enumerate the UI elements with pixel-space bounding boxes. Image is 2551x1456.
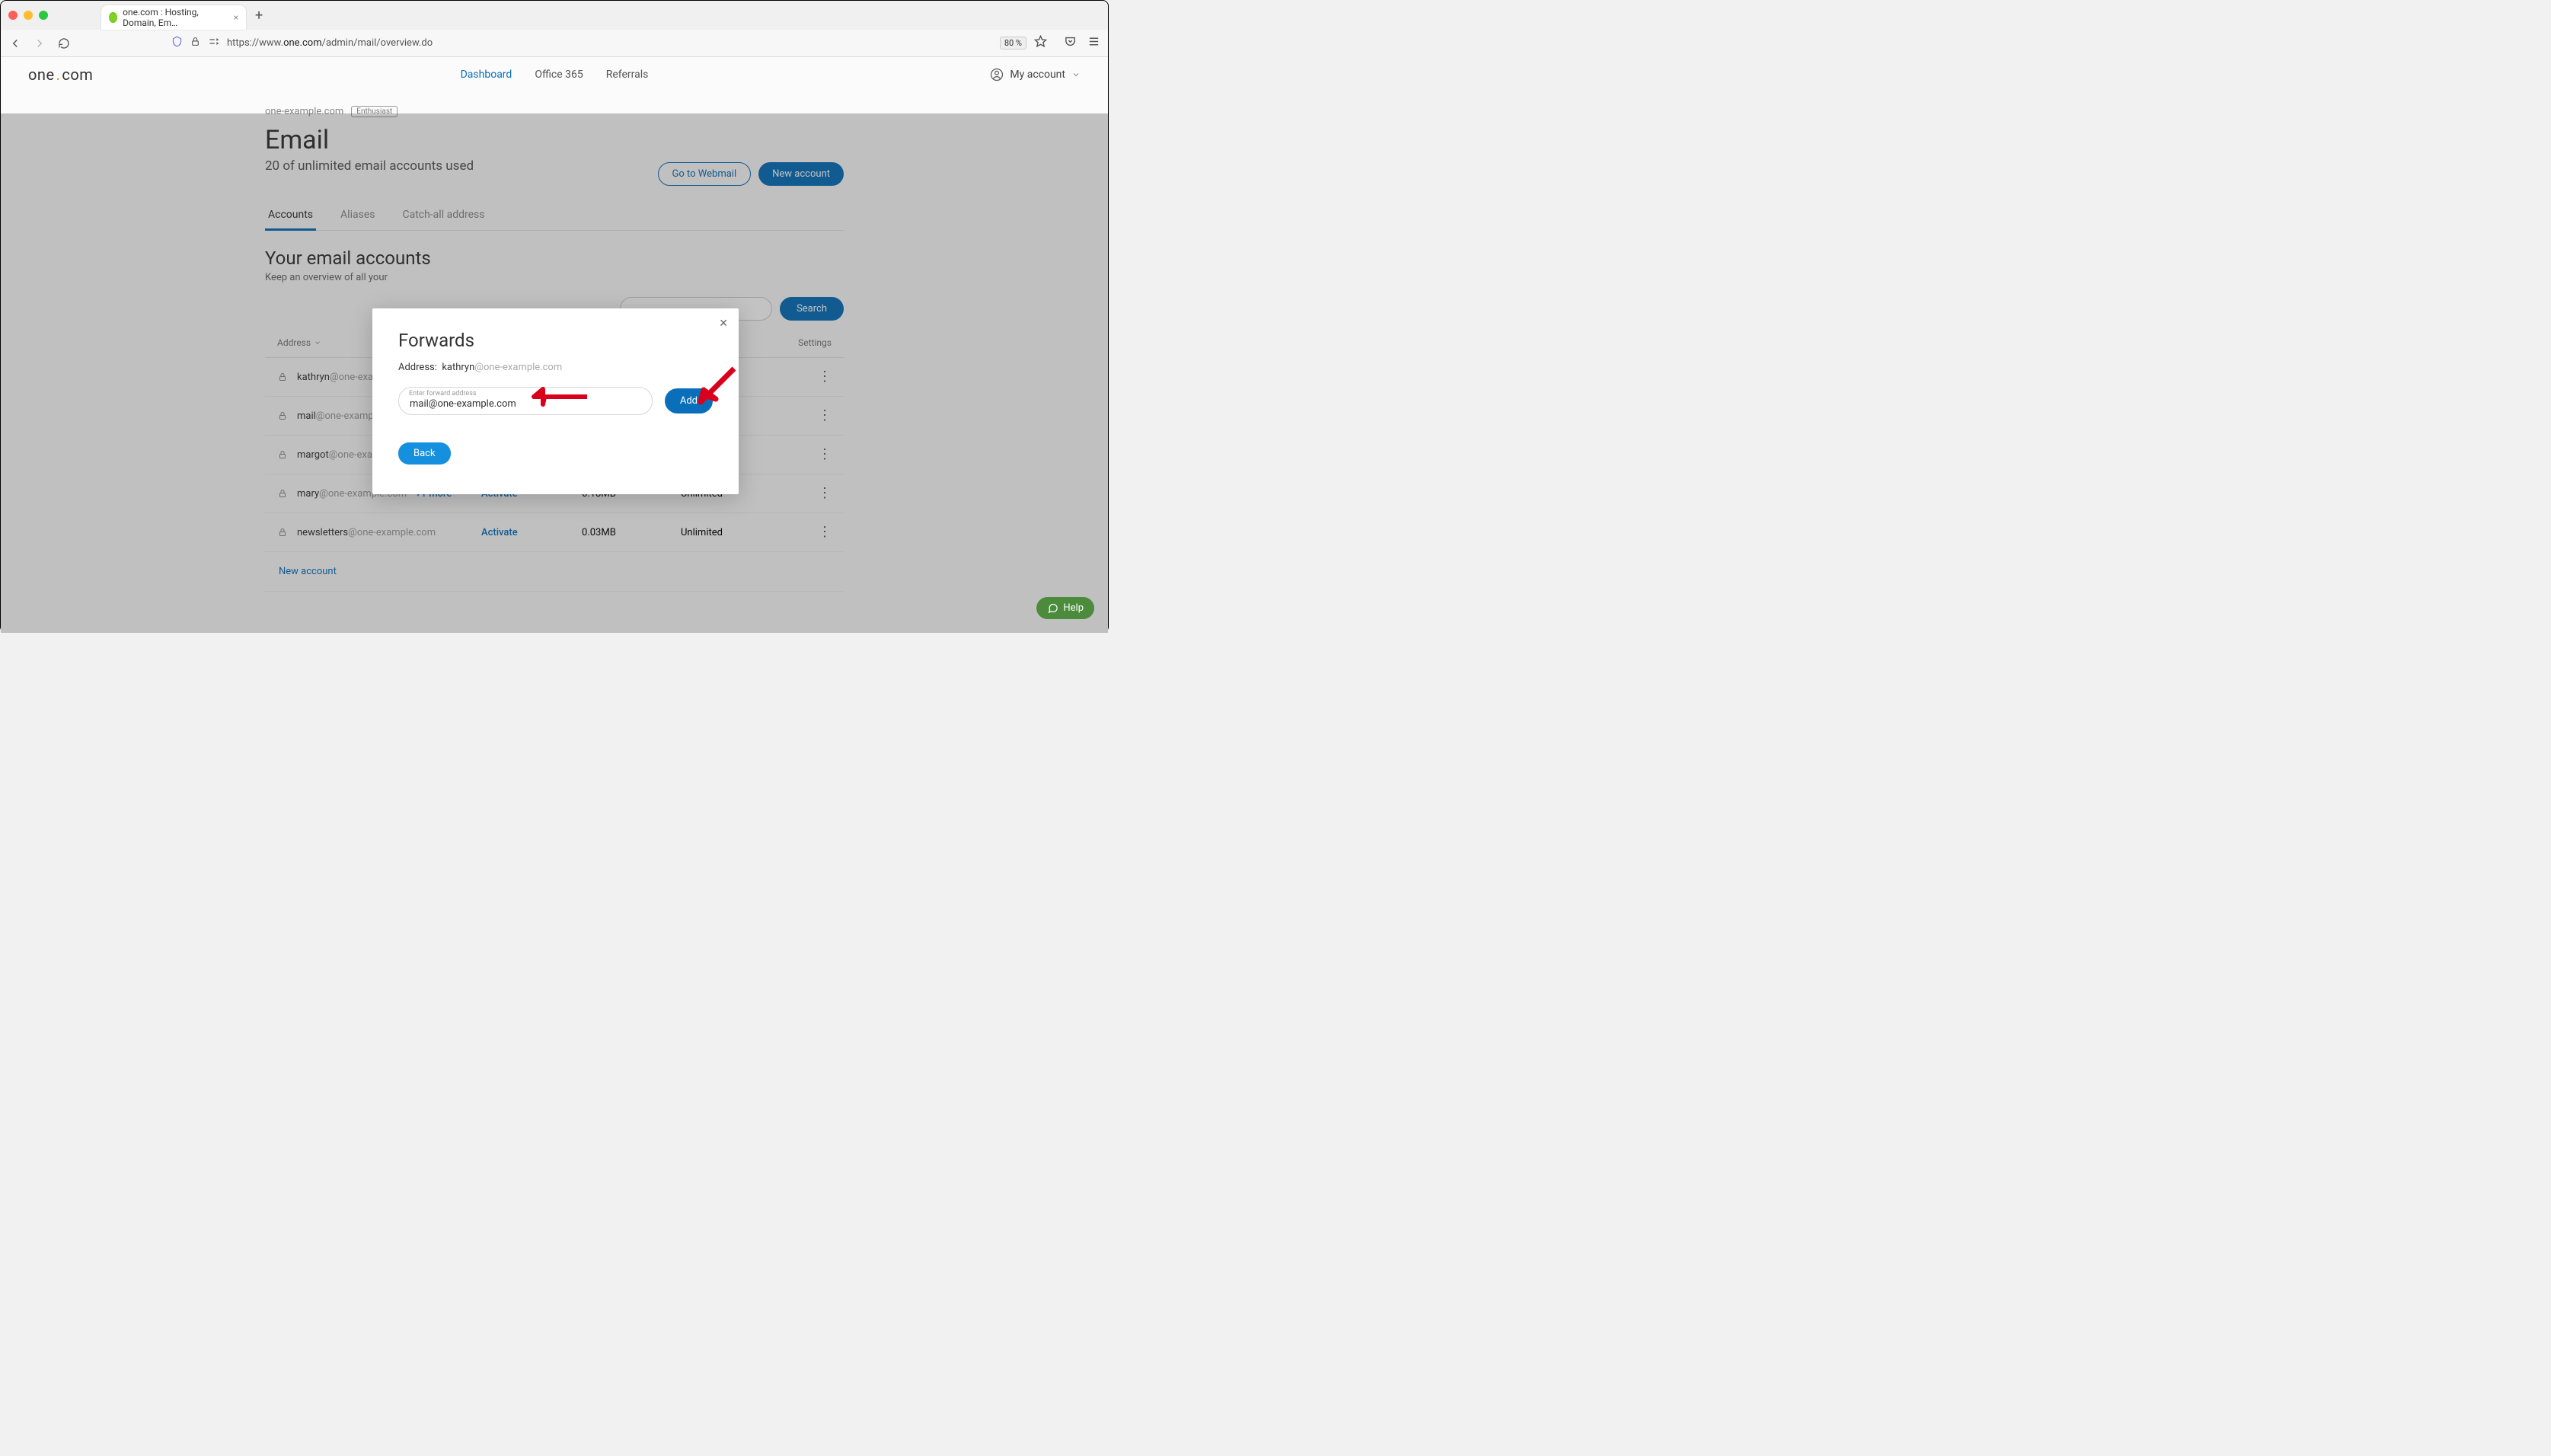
back-button[interactable]: Back <box>398 442 451 465</box>
nav-dashboard[interactable]: Dashboard <box>461 69 512 81</box>
chevron-down-icon <box>1071 70 1081 79</box>
window-controls <box>8 11 48 20</box>
logo[interactable]: one.com <box>28 65 93 84</box>
modal-title: Forwards <box>398 330 713 351</box>
chat-icon <box>1047 602 1058 614</box>
browser-toolbar: https://www.one.com/admin/mail/overview.… <box>1 30 1108 57</box>
forward-button[interactable] <box>33 37 46 50</box>
close-tab-icon[interactable]: × <box>234 12 238 23</box>
close-window-button[interactable] <box>8 11 18 20</box>
maximize-window-button[interactable] <box>39 11 48 20</box>
favicon-icon <box>109 12 117 23</box>
annotation-arrow-icon <box>696 365 738 407</box>
browser-titlebar: one.com : Hosting, Domain, Em… × + <box>1 1 1108 30</box>
account-menu[interactable]: My account <box>990 68 1081 81</box>
nav-referrals[interactable]: Referrals <box>606 69 649 81</box>
back-button[interactable] <box>8 37 22 50</box>
url-bar[interactable]: https://www.one.com/admin/mail/overview.… <box>81 33 1053 54</box>
forward-address-field: Enter forward address <box>398 387 653 415</box>
site-nav: one.com Dashboard Office 365 Referrals M… <box>1 57 1108 92</box>
reload-button[interactable] <box>57 37 71 50</box>
hamburger-menu-icon[interactable] <box>1087 35 1100 51</box>
forward-address-label: Enter forward address <box>409 390 476 398</box>
user-icon <box>990 68 1004 81</box>
lock-icon <box>190 37 200 49</box>
new-tab-button[interactable]: + <box>255 8 263 24</box>
zoom-badge[interactable]: 80 % <box>1000 37 1026 49</box>
browser-tab[interactable]: one.com : Hosting, Domain, Em… × <box>101 5 246 30</box>
close-modal-button[interactable]: ✕ <box>719 318 728 330</box>
shield-icon <box>171 36 183 50</box>
help-label: Help <box>1063 602 1084 614</box>
permissions-icon <box>208 36 219 50</box>
help-button[interactable]: Help <box>1036 597 1094 619</box>
modal-address: Address: kathryn@one-example.com <box>398 362 713 373</box>
pocket-icon[interactable] <box>1064 35 1077 51</box>
account-label: My account <box>1010 69 1065 81</box>
url-text: https://www.one.com/admin/mail/overview.… <box>227 37 433 49</box>
nav-office365[interactable]: Office 365 <box>535 69 583 81</box>
tab-title: one.com : Hosting, Domain, Em… <box>123 7 228 28</box>
annotation-arrow-icon <box>531 387 587 407</box>
minimize-window-button[interactable] <box>24 11 33 20</box>
bookmark-star-icon[interactable] <box>1034 35 1047 51</box>
